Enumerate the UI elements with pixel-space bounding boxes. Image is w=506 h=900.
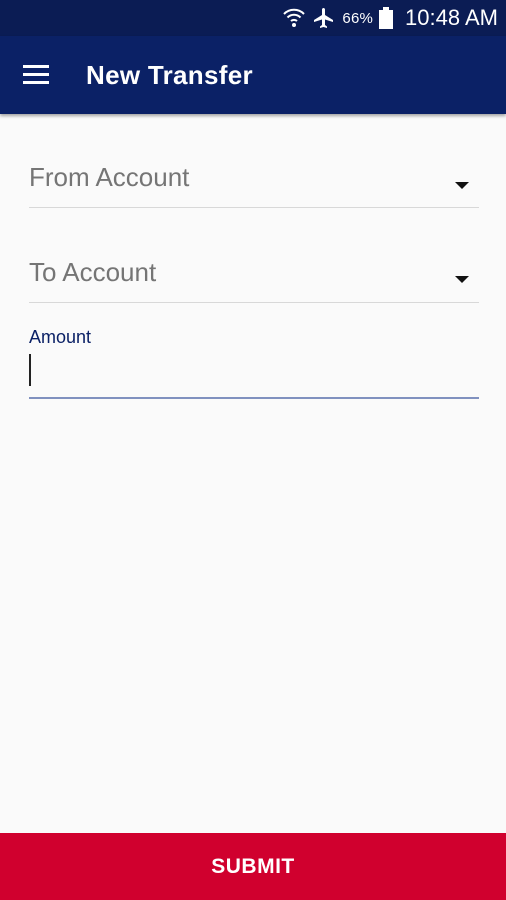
to-account-placeholder: To Account	[29, 257, 157, 287]
status-bar: 66% 10:48 AM	[0, 0, 506, 36]
text-cursor	[29, 354, 31, 386]
amount-field: Amount	[29, 324, 479, 399]
status-icons: 66% 10:48 AM	[282, 0, 498, 36]
dropdown-arrow-icon	[455, 270, 469, 288]
amount-input[interactable]	[29, 352, 469, 388]
from-account-placeholder: From Account	[29, 162, 190, 192]
submit-button[interactable]: SUBMIT	[0, 833, 506, 900]
hamburger-menu-icon[interactable]	[14, 53, 58, 97]
app-bar: New Transfer	[0, 36, 506, 114]
dropdown-arrow-icon	[455, 176, 469, 194]
battery-percentage: 66%	[342, 9, 374, 27]
clock: 10:48 AM	[405, 5, 498, 30]
airplane-mode-icon	[312, 6, 336, 30]
from-account-dropdown[interactable]: From Account	[29, 148, 479, 208]
wifi-icon	[282, 6, 306, 30]
to-account-dropdown[interactable]: To Account	[29, 243, 479, 303]
page-title: New Transfer	[86, 60, 253, 90]
amount-label: Amount	[29, 327, 92, 347]
battery-icon	[379, 7, 394, 29]
